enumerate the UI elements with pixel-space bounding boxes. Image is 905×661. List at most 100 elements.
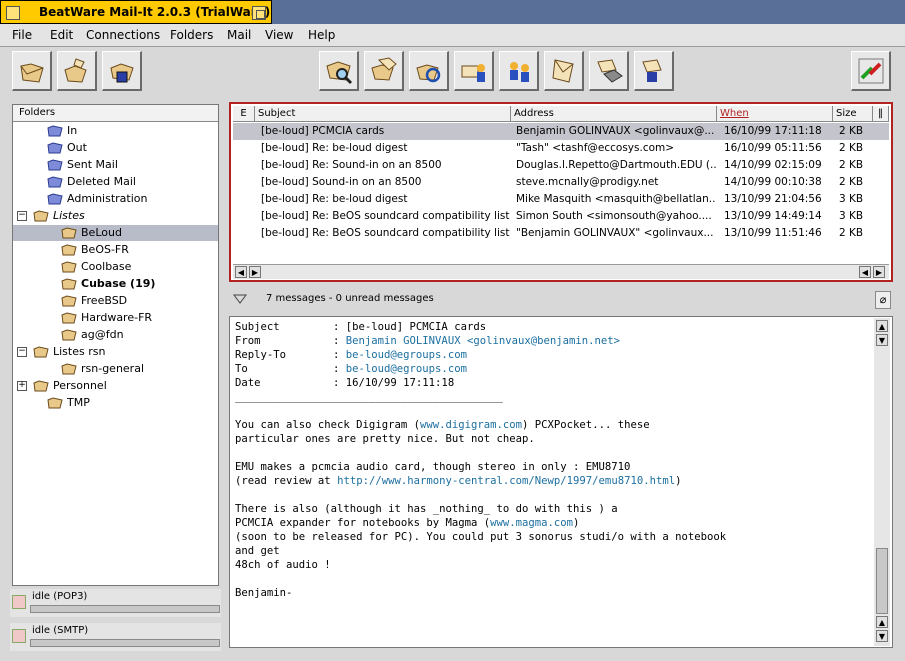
- send-receive-button[interactable]: [454, 51, 494, 91]
- collapse-icon[interactable]: −: [17, 211, 27, 221]
- message-when: 13/10/99 11:51:46: [724, 227, 822, 239]
- message-address: "Benjamin GOLINVAUX" <golinvaux...: [516, 227, 714, 239]
- folder-label: Personnel: [53, 379, 107, 392]
- message-row[interactable]: [be-loud] Re: Sound-in on an 8500 Douglas…: [233, 157, 889, 174]
- collapse-triangle-icon[interactable]: [233, 293, 247, 305]
- menu-file[interactable]: File: [12, 28, 32, 42]
- column-header-address[interactable]: Address: [511, 106, 717, 122]
- scroll-right-icon[interactable]: ▶: [249, 266, 261, 278]
- scroll-left-icon[interactable]: ◀: [859, 266, 871, 278]
- column-chooser-icon[interactable]: ‖: [873, 106, 889, 122]
- folder-item[interactable]: Administration: [13, 191, 218, 207]
- header-value[interactable]: Benjamin GOLINVAUX <golinvaux@benjamin.n…: [346, 335, 620, 347]
- column-header-size[interactable]: Size: [833, 106, 873, 122]
- folder-label: Listes: [53, 209, 85, 222]
- body-link[interactable]: www.digigram.com: [420, 419, 522, 431]
- folder-item[interactable]: Sent Mail: [13, 157, 218, 173]
- message-subject: [be-loud] Re: be-loud digest: [261, 193, 408, 205]
- folder-item[interactable]: ag@fdn: [13, 327, 218, 343]
- header-value[interactable]: be-loud@egroups.com: [346, 349, 467, 361]
- folder-item[interactable]: FreeBSD: [13, 293, 218, 309]
- folder-item[interactable]: Cubase (19): [13, 276, 218, 292]
- header-value: [be-loud] PCMCIA cards: [345, 321, 487, 333]
- close-icon[interactable]: [6, 6, 20, 20]
- body-link[interactable]: http://www.harmony-central.com/Newp/1997…: [337, 475, 675, 487]
- forward-button[interactable]: [499, 51, 539, 91]
- column-header-when[interactable]: When: [717, 106, 833, 122]
- message-when: 14/10/99 00:10:38: [724, 176, 822, 188]
- folder-item[interactable]: Coolbase: [13, 259, 218, 275]
- folder-icon: [47, 125, 63, 137]
- folder-item[interactable]: Deleted Mail: [13, 174, 218, 190]
- message-row[interactable]: [be-loud] Re: be-loud digest Mike Masquit…: [233, 191, 889, 208]
- folder-item[interactable]: Out: [13, 140, 218, 156]
- body-text: You can also check Digigram (: [235, 419, 420, 431]
- connection-led-icon[interactable]: [12, 595, 26, 609]
- filter-button[interactable]: [634, 51, 674, 91]
- viewer-vertical-scrollbar[interactable]: ▲ ▼ ▲ ▼: [874, 318, 890, 646]
- search-mail-button[interactable]: [319, 51, 359, 91]
- message-row[interactable]: [be-loud] Re: be-loud digest "Tash" <tash…: [233, 140, 889, 157]
- connection-led-icon[interactable]: [12, 629, 26, 643]
- message-size: 2 KB: [839, 176, 864, 188]
- menu-folders[interactable]: Folders: [170, 28, 213, 42]
- menu-mail[interactable]: Mail: [227, 28, 251, 42]
- column-header-subject[interactable]: Subject: [255, 106, 511, 122]
- message-viewer[interactable]: Subject: [be-loud] PCMCIA cards From: Be…: [229, 316, 893, 648]
- message-row[interactable]: [be-loud] Re: BeOS soundcard compatibili…: [233, 208, 889, 225]
- folder-item[interactable]: − Listes rsn: [13, 344, 218, 360]
- expand-icon[interactable]: +: [17, 381, 27, 391]
- quit-button[interactable]: [851, 51, 891, 91]
- menu-view[interactable]: View: [265, 28, 293, 42]
- header-label: To: [235, 363, 248, 375]
- message-list: E Subject Address When Size ‖ [be-loud] …: [229, 102, 893, 282]
- collapse-icon[interactable]: −: [17, 347, 27, 357]
- menu-help[interactable]: Help: [308, 28, 335, 42]
- message-size: 2 KB: [839, 159, 864, 171]
- body-link[interactable]: www.magma.com: [490, 517, 573, 529]
- folder-item[interactable]: In: [13, 123, 218, 139]
- folder-item[interactable]: + Personnel: [13, 378, 218, 394]
- scroll-thumb[interactable]: [876, 548, 888, 614]
- refresh-button[interactable]: [409, 51, 449, 91]
- message-address: "Tash" <tashf@eccosys.com>: [516, 142, 675, 154]
- folder-item[interactable]: rsn-general: [13, 361, 218, 377]
- folder-actions-button[interactable]: [57, 51, 97, 91]
- folders-button[interactable]: [364, 51, 404, 91]
- scroll-up-icon[interactable]: ▲: [876, 616, 888, 628]
- header-value[interactable]: be-loud@egroups.com: [346, 363, 467, 375]
- erase-button[interactable]: [589, 51, 629, 91]
- filter-icon: [642, 59, 662, 82]
- header-label: Subject: [235, 321, 280, 333]
- body-text: (read review at: [235, 475, 338, 487]
- mail-button[interactable]: [544, 51, 584, 91]
- attachment-icon[interactable]: ⌀: [875, 291, 891, 309]
- menu-edit[interactable]: Edit: [50, 28, 73, 42]
- zoom-icon[interactable]: [252, 6, 266, 20]
- body-text: ) PCXPocket... these: [522, 419, 650, 431]
- message-subject: [be-loud] Re: BeOS soundcard compatibili…: [261, 210, 510, 222]
- folder-save-button[interactable]: [102, 51, 142, 91]
- folder-label: Coolbase: [81, 260, 132, 273]
- scroll-down-icon[interactable]: ▼: [876, 630, 888, 642]
- folder-item[interactable]: − Listes: [13, 208, 218, 224]
- list-horizontal-scrollbar[interactable]: ◀ ▶ ◀ ▶: [233, 264, 889, 279]
- column-header-e[interactable]: E: [233, 106, 255, 122]
- message-row[interactable]: [be-loud] Sound-in on an 8500 steve.mcnal…: [233, 174, 889, 191]
- folder-item[interactable]: Hardware-FR: [13, 310, 218, 326]
- menu-connections[interactable]: Connections: [86, 28, 160, 42]
- scroll-left-icon[interactable]: ◀: [235, 266, 247, 278]
- message-row[interactable]: [be-loud] PCMCIA cards Benjamin GOLINVAUX…: [233, 123, 889, 140]
- open-folder-icon: [20, 63, 44, 83]
- message-subject: [be-loud] PCMCIA cards: [261, 125, 385, 137]
- scroll-right-icon[interactable]: ▶: [873, 266, 885, 278]
- scroll-down-icon[interactable]: ▼: [876, 334, 888, 346]
- folder-label: In: [67, 124, 78, 137]
- scroll-up-icon[interactable]: ▲: [876, 320, 888, 332]
- folder-item[interactable]: BeOS-FR: [13, 242, 218, 258]
- open-folder-button[interactable]: [12, 51, 52, 91]
- message-row[interactable]: [be-loud] Re: BeOS soundcard compatibili…: [233, 225, 889, 242]
- folder-item[interactable]: BeLoud: [13, 225, 218, 241]
- folder-item[interactable]: TMP: [13, 395, 218, 411]
- window-title-tab[interactable]: BeatWare Mail-It 2.0.3 (TrialWare): [0, 0, 272, 24]
